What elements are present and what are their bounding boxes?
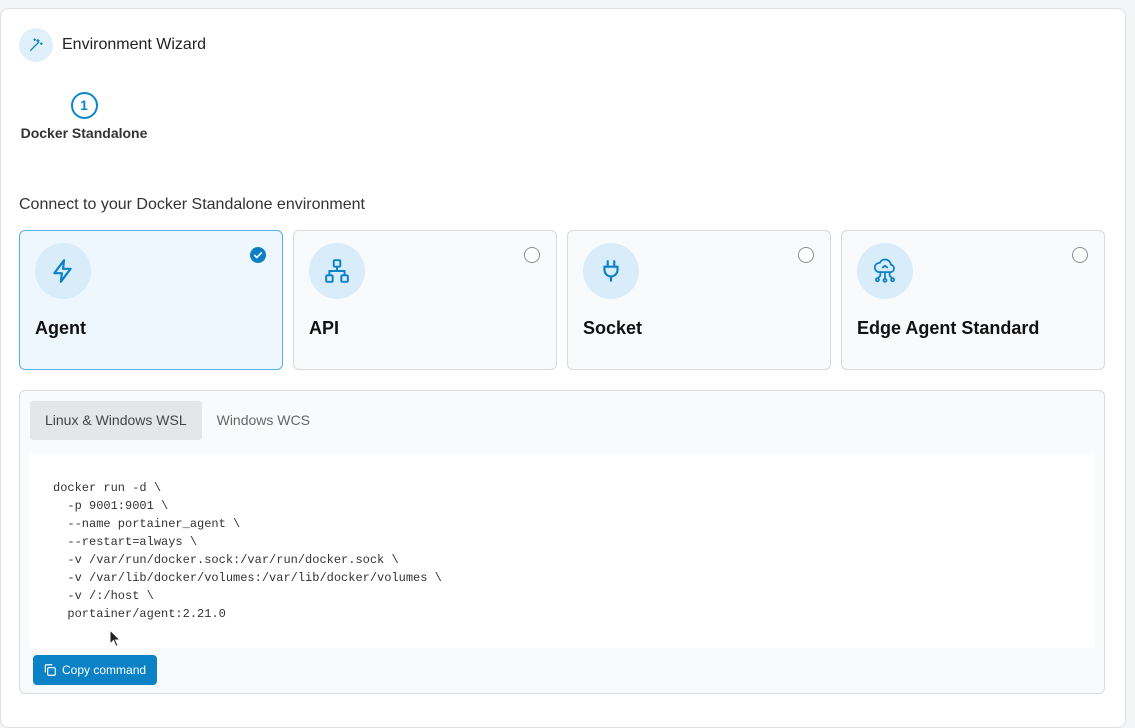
section-title: Connect to your Docker Standalone enviro… [19, 196, 365, 213]
step-number: 1 [70, 92, 98, 119]
step-label: Docker Standalone [20, 125, 148, 141]
page-title: Environment Wizard [62, 36, 207, 53]
option-card-socket[interactable]: Socket [567, 230, 831, 370]
option-card-agent[interactable]: Agent [19, 230, 283, 370]
wizard-step: 1 Docker Standalone [19, 92, 149, 141]
radio-unchecked[interactable] [798, 247, 814, 263]
command-panel: Linux & Windows WSL Windows WCS docker r… [19, 390, 1105, 694]
network-icon [309, 243, 365, 299]
lightning-icon [35, 243, 91, 299]
radio-checked[interactable] [250, 247, 266, 263]
radio-unchecked[interactable] [524, 247, 540, 263]
mouse-cursor-icon [109, 628, 122, 653]
option-label: Agent [35, 318, 86, 338]
command-code: docker run -d \ -p 9001:9001 \ --name po… [29, 454, 1095, 648]
option-card-api[interactable]: API [293, 230, 557, 370]
copy-icon [43, 663, 57, 677]
tab-linux-windows-wsl[interactable]: Linux & Windows WSL [30, 401, 202, 440]
option-card-edge-agent-standard[interactable]: Edge Agent Standard [841, 230, 1105, 370]
tab-windows-wcs[interactable]: Windows WCS [202, 401, 325, 440]
option-label: Edge Agent Standard [857, 318, 1040, 338]
plug-icon [583, 243, 639, 299]
cloud-icon [857, 243, 913, 299]
copy-command-button[interactable]: Copy command [33, 655, 158, 685]
copy-command-label: Copy command [62, 663, 147, 677]
option-label: Socket [583, 318, 643, 338]
os-tabs: Linux & Windows WSL Windows WCS [30, 401, 325, 440]
magic-wand-icon [19, 28, 53, 62]
radio-unchecked[interactable] [1072, 247, 1088, 263]
wizard-header: Environment Wizard [19, 28, 206, 62]
option-label: API [309, 318, 340, 338]
